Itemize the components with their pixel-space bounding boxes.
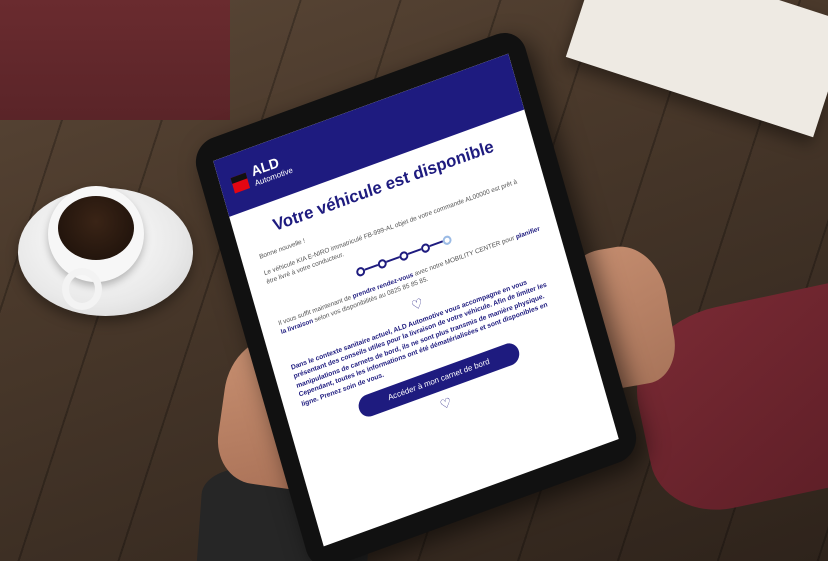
ald-logo-icon bbox=[230, 172, 251, 194]
cup-handle bbox=[62, 268, 102, 310]
photo-scene: ALD Automotive Votre véhicule est dispon… bbox=[0, 0, 828, 561]
progress-step bbox=[354, 265, 366, 278]
coffee bbox=[58, 196, 134, 260]
background-wall bbox=[0, 0, 230, 120]
book bbox=[565, 0, 828, 138]
progress-step bbox=[441, 234, 452, 246]
progress-step bbox=[376, 257, 388, 270]
progress-step bbox=[419, 241, 431, 254]
progress-step bbox=[397, 249, 409, 262]
